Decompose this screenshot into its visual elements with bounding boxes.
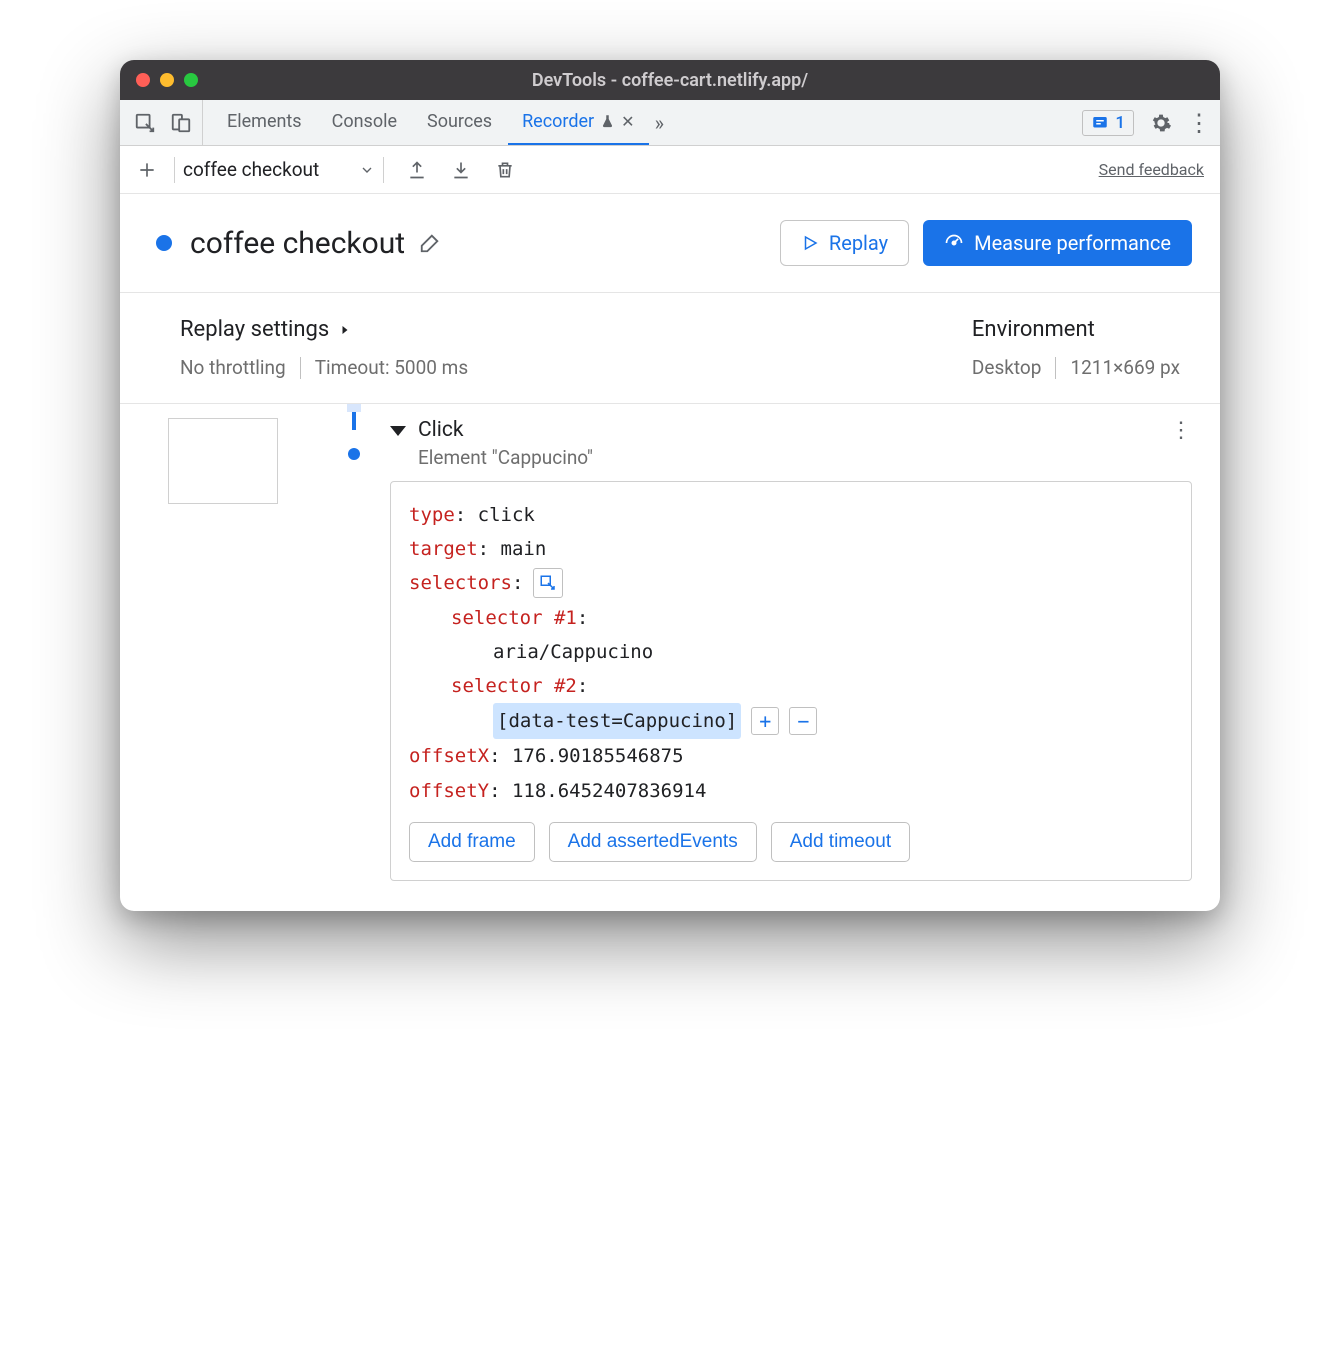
add-selector-button[interactable]: + <box>751 707 779 735</box>
tab-label: Console <box>332 111 397 132</box>
field-selector-1[interactable]: selector #1: <box>409 601 1173 635</box>
devtools-window: DevTools - coffee-cart.netlify.app/ Elem… <box>120 60 1220 911</box>
field-offsetx[interactable]: offsetX: 176.90185546875 <box>409 739 1173 773</box>
field-type[interactable]: type: click <box>409 498 1173 532</box>
tab-label: Elements <box>227 111 302 132</box>
device-toggle-icon[interactable] <box>170 112 192 134</box>
chevron-down-icon <box>359 162 375 178</box>
recorder-toolbar: coffee checkout Send feedback <box>120 146 1220 194</box>
measure-performance-button[interactable]: Measure performance <box>923 220 1192 266</box>
timeline-marker-icon <box>344 404 364 446</box>
field-selector-2-value[interactable]: [data-test=Cappucino] + − <box>409 703 1173 739</box>
experiment-flask-icon <box>600 114 615 129</box>
issues-badge[interactable]: 1 <box>1082 110 1134 136</box>
export-recording-icon[interactable] <box>406 159 428 181</box>
settings-row: Replay settings No throttling Timeout: 5… <box>120 293 1220 404</box>
tab-recorder[interactable]: Recorder ✕ <box>508 100 648 145</box>
add-frame-button[interactable]: Add frame <box>409 822 535 862</box>
more-menu-icon[interactable]: ⋮ <box>1188 112 1210 134</box>
minimize-window-button[interactable] <box>160 73 174 87</box>
remove-selector-button[interactable]: − <box>789 707 817 735</box>
delete-recording-icon[interactable] <box>494 159 516 181</box>
environment-heading: Environment <box>972 317 1180 342</box>
recording-selector[interactable]: coffee checkout <box>183 158 375 181</box>
replay-settings-heading[interactable]: Replay settings <box>180 317 468 342</box>
recording-header: coffee checkout Replay Measure performan… <box>120 194 1220 293</box>
field-target[interactable]: target: main <box>409 532 1173 566</box>
recording-selector-label: coffee checkout <box>183 158 319 181</box>
field-selector-1-value[interactable]: aria/Cappucino <box>409 635 1173 669</box>
window-titlebar: DevTools - coffee-cart.netlify.app/ <box>120 60 1220 100</box>
add-asserted-events-button[interactable]: Add assertedEvents <box>549 822 757 862</box>
issues-count: 1 <box>1115 113 1125 133</box>
devtools-tabstrip: Elements Console Sources Recorder ✕ » 1 <box>120 100 1220 146</box>
close-tab-button[interactable]: ✕ <box>621 112 634 131</box>
field-selectors[interactable]: selectors: <box>409 566 1173 600</box>
inspect-element-icon[interactable] <box>134 112 156 134</box>
settings-gear-icon[interactable] <box>1150 112 1172 134</box>
step-title: Click <box>418 418 593 442</box>
viewport-value: 1211×669 px <box>1070 356 1180 379</box>
gauge-icon <box>944 233 964 253</box>
step-subtitle: Element "Cappucino" <box>418 446 593 469</box>
replay-button[interactable]: Replay <box>780 220 909 266</box>
play-icon <box>801 234 819 252</box>
add-timeout-button[interactable]: Add timeout <box>771 822 910 862</box>
device-value: Desktop <box>972 356 1042 379</box>
tabs-overflow-button[interactable]: » <box>655 111 664 135</box>
separator <box>1055 357 1056 379</box>
zoom-window-button[interactable] <box>184 73 198 87</box>
expand-step-icon[interactable] <box>390 426 406 436</box>
new-recording-button[interactable] <box>136 159 158 181</box>
import-recording-icon[interactable] <box>450 159 472 181</box>
step-area: Click Element "Cappucino" ⋮ type: click … <box>120 404 1220 911</box>
tab-label: Recorder <box>522 111 594 132</box>
recording-name: coffee checkout <box>190 226 405 261</box>
separator <box>383 157 384 183</box>
pick-selector-icon[interactable] <box>533 568 563 598</box>
timeout-value: Timeout: 5000 ms <box>315 356 468 379</box>
traffic-lights <box>136 73 198 87</box>
chevron-right-icon <box>339 323 351 337</box>
window-title: DevTools - coffee-cart.netlify.app/ <box>120 70 1220 91</box>
separator <box>300 357 301 379</box>
field-selector-2[interactable]: selector #2: <box>409 669 1173 703</box>
tab-sources[interactable]: Sources <box>413 100 506 145</box>
step-screenshot-thumb[interactable] <box>168 418 278 504</box>
issues-icon <box>1091 114 1109 132</box>
tab-console[interactable]: Console <box>318 100 411 145</box>
edit-name-icon[interactable] <box>419 232 441 254</box>
throttling-value: No throttling <box>180 356 286 379</box>
separator <box>174 157 175 183</box>
step-more-menu-icon[interactable]: ⋮ <box>1170 418 1192 443</box>
field-offsety[interactable]: offsetY: 118.6452407836914 <box>409 774 1173 808</box>
measure-label: Measure performance <box>974 231 1171 255</box>
tab-label: Sources <box>427 111 492 132</box>
close-window-button[interactable] <box>136 73 150 87</box>
send-feedback-link[interactable]: Send feedback <box>1099 160 1204 179</box>
step-details-panel: type: click target: main selectors: sele… <box>390 481 1192 881</box>
replay-label: Replay <box>829 231 888 255</box>
recording-status-dot <box>156 235 172 251</box>
timeline-dot-icon <box>348 448 360 460</box>
tab-elements[interactable]: Elements <box>213 100 316 145</box>
